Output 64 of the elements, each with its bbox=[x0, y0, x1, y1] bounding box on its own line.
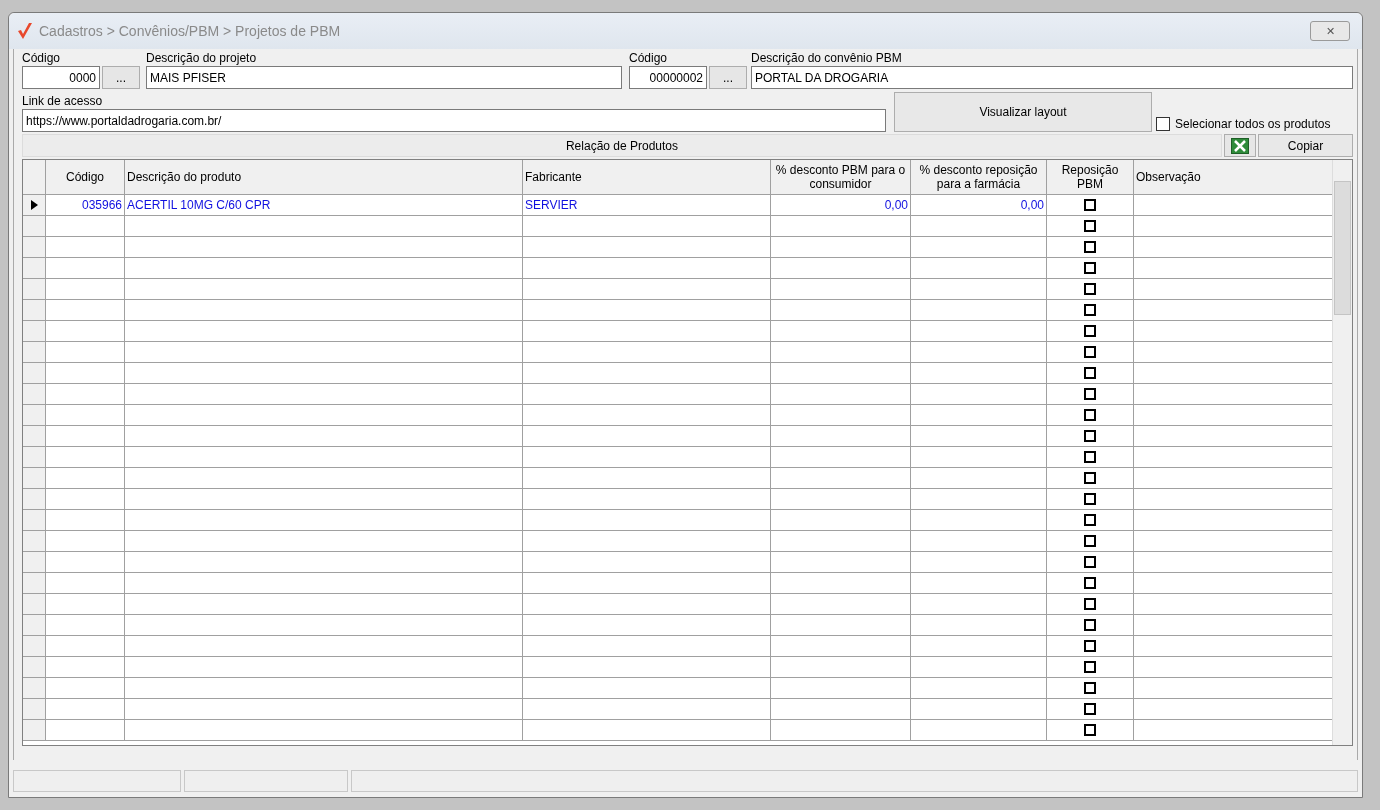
table-cell: 0,00 bbox=[771, 195, 911, 216]
field-label: Descrição do projeto bbox=[146, 51, 258, 66]
row-checkbox[interactable] bbox=[1084, 262, 1096, 274]
row-checkbox[interactable] bbox=[1084, 556, 1096, 568]
row-checkbox[interactable] bbox=[1084, 199, 1096, 211]
field-label: Descrição do convênio PBM bbox=[751, 51, 903, 66]
row-checkbox[interactable] bbox=[1084, 619, 1096, 631]
row-checkbox[interactable] bbox=[1084, 598, 1096, 610]
project-description-field[interactable]: MAIS PFISER bbox=[146, 66, 622, 89]
field-label: Link de acesso bbox=[22, 94, 104, 109]
field-label: Código bbox=[629, 51, 669, 66]
project-code-field[interactable]: 0000 bbox=[22, 66, 100, 89]
copy-button[interactable]: Copiar bbox=[1258, 134, 1353, 157]
current-row-arrow-icon bbox=[30, 200, 38, 210]
column-header: % desconto PBM para o consumidor bbox=[771, 160, 911, 195]
agreement-description-field[interactable]: PORTAL DA DROGARIA bbox=[751, 66, 1353, 89]
window-title: Cadastros > Convênios/PBM > Projetos de PBM bbox=[39, 23, 342, 39]
row-checkbox[interactable] bbox=[1084, 493, 1096, 505]
column-header: Reposição PBM bbox=[1047, 160, 1134, 195]
row-checkbox[interactable] bbox=[1084, 430, 1096, 442]
row-checkbox[interactable] bbox=[1084, 661, 1096, 673]
row-checkbox[interactable] bbox=[1084, 325, 1096, 337]
column-header: Fabricante bbox=[523, 160, 771, 195]
table-cell: 0,00 bbox=[911, 195, 1047, 216]
row-checkbox[interactable] bbox=[1084, 724, 1096, 736]
scrollbar-thumb[interactable] bbox=[1334, 181, 1351, 315]
select-all-checkbox[interactable] bbox=[1156, 117, 1170, 131]
row-checkbox[interactable] bbox=[1084, 241, 1096, 253]
checkmark-logo-icon bbox=[17, 22, 33, 40]
row-checkbox[interactable] bbox=[1084, 472, 1096, 484]
lookup-button[interactable]: ... bbox=[709, 66, 747, 89]
row-checkbox[interactable] bbox=[1084, 514, 1096, 526]
row-checkbox[interactable] bbox=[1084, 346, 1096, 358]
row-checkbox[interactable] bbox=[1084, 703, 1096, 715]
checkbox-label: Selecionar todos os produtos bbox=[1175, 117, 1331, 131]
view-layout-button[interactable]: Visualizar layout bbox=[894, 92, 1152, 132]
vertical-scrollbar[interactable] bbox=[1332, 160, 1352, 745]
access-link-field[interactable]: https://www.portaldadrogaria.com.br/ bbox=[22, 109, 886, 132]
spreadsheet-export-button[interactable] bbox=[1224, 134, 1256, 157]
row-checkbox[interactable] bbox=[1084, 283, 1096, 295]
table-cell: SERVIER bbox=[523, 195, 771, 216]
lookup-button[interactable]: ... bbox=[102, 66, 140, 89]
row-checkbox[interactable] bbox=[1084, 451, 1096, 463]
row-checkbox[interactable] bbox=[1084, 409, 1096, 421]
agreement-code-field[interactable]: 00000002 bbox=[629, 66, 707, 89]
row-checkbox[interactable] bbox=[1084, 535, 1096, 547]
row-checkbox[interactable] bbox=[1084, 388, 1096, 400]
row-checkbox[interactable] bbox=[1084, 577, 1096, 589]
header-corner bbox=[23, 160, 46, 195]
grid-title: Relação de Produtos bbox=[22, 134, 1222, 157]
column-header: % desconto reposição para a farmácia bbox=[911, 160, 1047, 195]
table-cell: 035966 bbox=[46, 195, 125, 216]
column-header: Descrição do produto bbox=[125, 160, 523, 195]
column-header: Observação bbox=[1134, 160, 1332, 195]
field-label: Código bbox=[22, 51, 62, 66]
column-header: Código bbox=[46, 160, 125, 195]
close-button[interactable]: ✕ bbox=[1310, 21, 1350, 41]
row-checkbox[interactable] bbox=[1084, 220, 1096, 232]
row-checkbox[interactable] bbox=[1084, 640, 1096, 652]
table-cell: ACERTIL 10MG C/60 CPR bbox=[125, 195, 523, 216]
row-indicator[interactable] bbox=[23, 195, 46, 216]
row-checkbox[interactable] bbox=[1084, 367, 1096, 379]
row-checkbox[interactable] bbox=[1084, 304, 1096, 316]
row-checkbox[interactable] bbox=[1084, 682, 1096, 694]
